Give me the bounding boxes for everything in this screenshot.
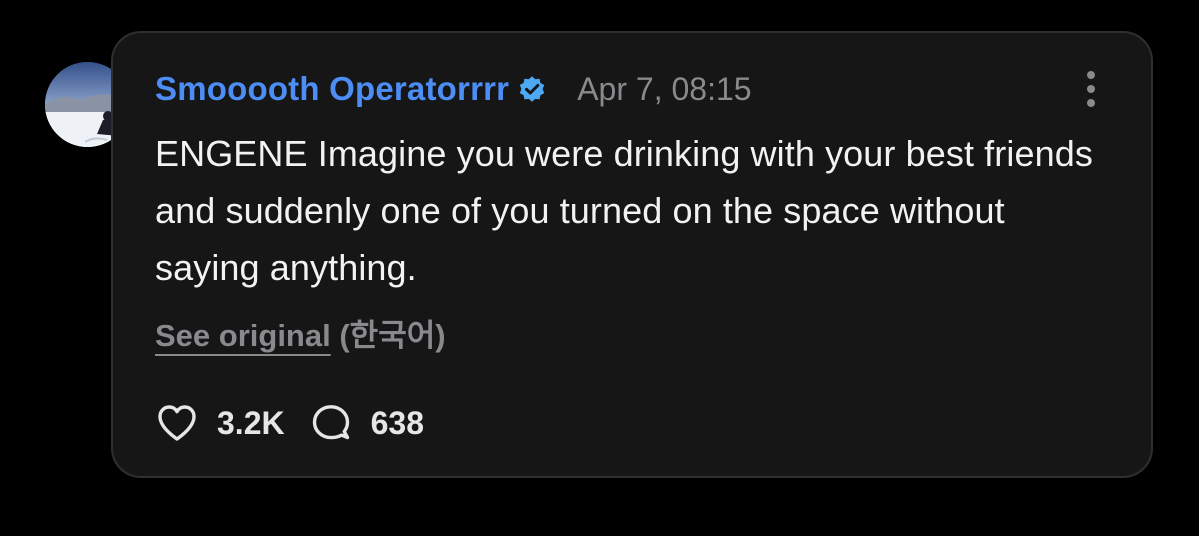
verified-badge-icon <box>517 74 547 104</box>
post-header: Smooooth Operatorrrr Apr 7, 08:15 <box>155 67 752 111</box>
more-dot <box>1087 71 1095 79</box>
post-timestamp[interactable]: Apr 7, 08:15 <box>577 71 751 108</box>
more-dot <box>1087 99 1095 107</box>
speech-bubble-icon <box>309 401 353 445</box>
original-language: (한국어) <box>339 318 446 353</box>
like-count: 3.2K <box>217 404 285 441</box>
more-options-icon[interactable] <box>1083 71 1099 107</box>
reply-button[interactable]: 638 <box>309 401 424 445</box>
see-original-link[interactable]: See original <box>155 318 331 353</box>
author-name[interactable]: Smooooth Operatorrrr <box>155 70 509 108</box>
translation-note: See original (한국어) <box>155 310 446 355</box>
heart-icon <box>155 401 199 445</box>
page: Smooooth Operatorrrr Apr 7, 08:15 ENGENE… <box>0 0 1199 536</box>
more-dot <box>1087 85 1095 93</box>
like-button[interactable]: 3.2K <box>155 401 285 445</box>
post-text: ENGENE Imagine you were drinking with yo… <box>155 133 1093 288</box>
post-actions: 3.2K 638 <box>155 399 424 447</box>
reply-count: 638 <box>370 404 424 441</box>
post-card[interactable]: Smooooth Operatorrrr Apr 7, 08:15 ENGENE… <box>111 31 1153 478</box>
